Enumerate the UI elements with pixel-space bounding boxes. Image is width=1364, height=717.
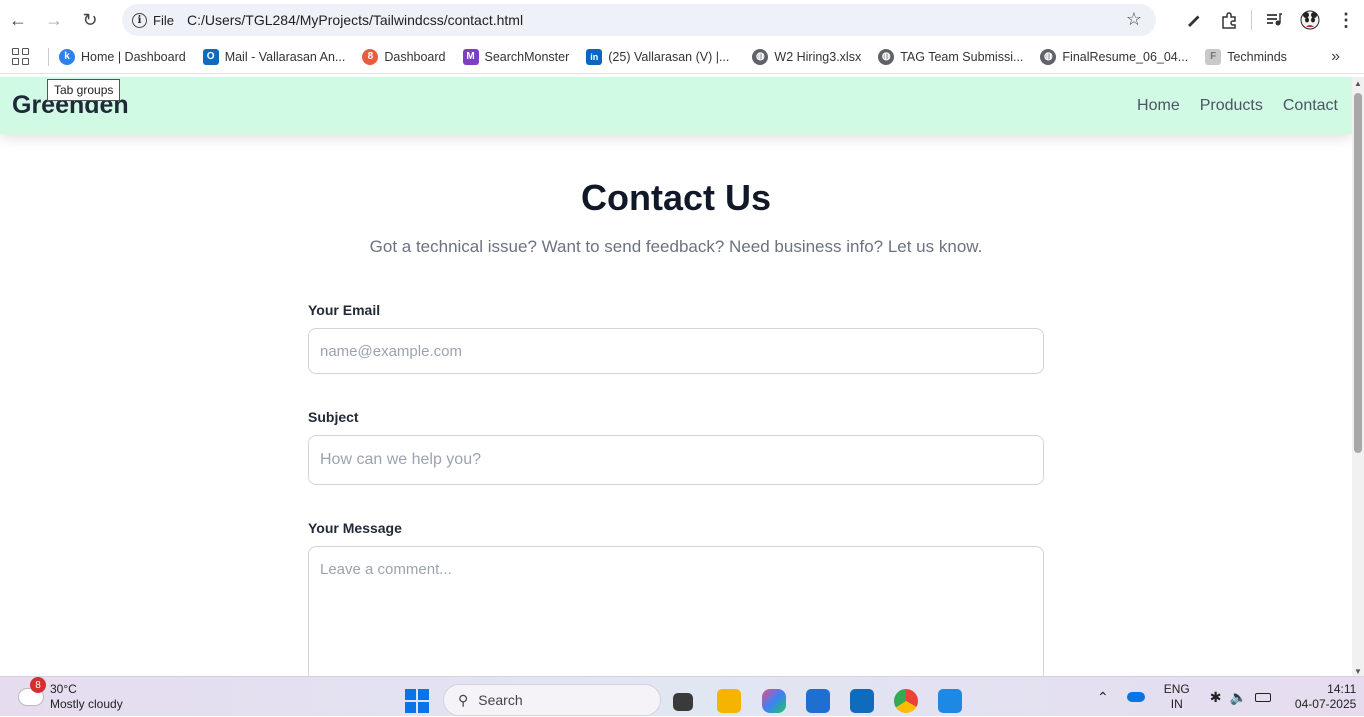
bookmark-label: Dashboard	[384, 49, 446, 64]
back-arrow-icon[interactable]: ←	[0, 2, 36, 38]
bookmark-favicon-icon: M	[462, 48, 479, 65]
bookmark-item[interactable]: O Mail - Vallarasan An...	[202, 48, 346, 65]
email-field[interactable]	[308, 328, 1044, 374]
browser-menu-icon[interactable]: ⋮	[1328, 2, 1364, 38]
tray-chevron-up-icon[interactable]: ⌃	[1097, 689, 1109, 706]
tab-groups-tooltip: Tab groups	[47, 79, 121, 101]
bookmark-item[interactable]: ◍ W2 Hiring3.xlsx	[752, 48, 862, 65]
browser-toolbar: ← → ↻ i File C:/Users/TGL284/MyProjects/…	[0, 0, 1364, 40]
bookmarks-bar: k Home | Dashboard O Mail - Vallarasan A…	[0, 40, 1364, 74]
outlook-icon[interactable]	[850, 689, 874, 713]
site-navbar: Greenden Home Products Contact	[0, 77, 1352, 134]
bookmark-favicon-icon: ◍	[752, 48, 769, 65]
subject-label: Subject	[308, 409, 359, 425]
microsoft-store-icon[interactable]	[806, 689, 830, 713]
language-indicator[interactable]: ENG IN	[1164, 682, 1190, 712]
bookmark-favicon-icon: O	[202, 48, 219, 65]
scroll-down-icon[interactable]: ▼	[1354, 667, 1362, 676]
page-scrollbar[interactable]: ▲ ▼	[1352, 77, 1364, 676]
bookmark-label: (25) Vallarasan (V) |...	[608, 49, 730, 64]
site-nav-links: Home Products Contact	[1137, 97, 1338, 115]
bookmark-item[interactable]: ◍ FinalResume_06_04...	[1040, 48, 1189, 65]
email-label: Your Email	[308, 302, 381, 318]
contact-section: Contact Us Got a technical issue? Want t…	[308, 177, 1044, 676]
task-view-icon[interactable]	[673, 693, 693, 711]
nav-link-home[interactable]: Home	[1137, 97, 1180, 115]
system-tray: ⌃ ENG IN ✱ 🔈 14:11 04-07-2025	[1097, 677, 1356, 717]
bookmark-favicon-icon: ◍	[878, 48, 895, 65]
bookmark-item[interactable]: F Techminds	[1205, 48, 1287, 65]
bookmark-favicon-icon: in	[586, 48, 603, 65]
taskbar-search-label: Search	[478, 692, 523, 708]
bookmark-favicon-icon: ◍	[1040, 48, 1057, 65]
bookmark-label: FinalResume_06_04...	[1062, 49, 1189, 64]
bookmark-favicon-icon: F	[1205, 48, 1222, 65]
nav-link-products[interactable]: Products	[1200, 97, 1263, 115]
bookmark-label: Techminds	[1227, 49, 1287, 64]
media-controls-icon[interactable]	[1256, 2, 1292, 38]
wifi-icon[interactable]: ✱	[1210, 689, 1222, 706]
taskbar-search[interactable]: ⚲ Search	[443, 684, 661, 716]
file-explorer-icon[interactable]	[717, 689, 741, 713]
bookmark-label: SearchMonster	[484, 49, 570, 64]
pen-icon[interactable]	[1175, 2, 1211, 38]
forward-arrow-icon[interactable]: →	[36, 2, 72, 38]
weather-cloud-icon: 8	[18, 677, 46, 706]
bookmark-item[interactable]: 8 Dashboard	[362, 48, 446, 65]
bookmark-label: Home | Dashboard	[81, 49, 186, 64]
nav-link-contact[interactable]: Contact	[1283, 97, 1338, 115]
microsoft-365-icon[interactable]	[762, 689, 786, 713]
weather-widget[interactable]: 8 30°C Mostly cloudy	[18, 677, 123, 712]
site-info-chip[interactable]: i File	[128, 8, 183, 32]
message-textarea[interactable]	[308, 546, 1044, 676]
bookmark-favicon-icon: 8	[362, 48, 379, 65]
url-text[interactable]: C:/Users/TGL284/MyProjects/Tailwindcss/c…	[187, 12, 523, 28]
bookmark-star-icon[interactable]: ☆	[1126, 9, 1142, 30]
weather-condition: Mostly cloudy	[50, 697, 123, 711]
onedrive-icon[interactable]	[1126, 692, 1145, 702]
scroll-up-icon[interactable]: ▲	[1354, 79, 1362, 88]
clock[interactable]: 14:11 04-07-2025	[1295, 682, 1356, 712]
site-info-label: File	[153, 12, 174, 28]
message-label: Your Message	[308, 520, 402, 536]
toolbar-divider	[1251, 10, 1252, 30]
vscode-icon[interactable]	[938, 689, 962, 713]
volume-icon[interactable]: 🔈	[1229, 689, 1246, 706]
bookmark-item[interactable]: M SearchMonster	[462, 48, 570, 65]
tab-groups-icon[interactable]	[12, 48, 40, 65]
bookmarks-divider	[48, 47, 49, 66]
page-title: Contact Us	[580, 177, 772, 218]
bookmark-favicon-icon: k	[59, 48, 75, 65]
page-subtitle: Got a technical issue? Want to send feed…	[369, 237, 983, 256]
chrome-icon[interactable]	[894, 689, 918, 713]
language-code: ENG	[1163, 682, 1190, 696]
region-code: IN	[1170, 697, 1183, 711]
weather-badge: 8	[30, 677, 46, 693]
bookmark-item[interactable]: k Home | Dashboard	[59, 48, 186, 65]
search-icon: ⚲	[458, 691, 469, 708]
os-taskbar: 8 30°C Mostly cloudy ⚲ Search ⌃ ENG IN ✱…	[0, 676, 1364, 716]
clock-date: 04-07-2025	[1294, 697, 1357, 711]
extensions-icon[interactable]	[1211, 2, 1247, 38]
bookmark-label: Mail - Vallarasan An...	[224, 49, 346, 64]
battery-icon[interactable]	[1254, 692, 1271, 702]
scrollbar-thumb[interactable]	[1354, 93, 1362, 453]
clock-time: 14:11	[1327, 682, 1357, 696]
page-viewport: Greenden Home Products Contact Contact U…	[0, 77, 1352, 676]
weather-temperature: 30°C	[50, 682, 77, 696]
chevron-double-right-icon[interactable]: »	[1331, 48, 1340, 66]
info-icon: i	[132, 12, 147, 28]
address-bar[interactable]: i File C:/Users/TGL284/MyProjects/Tailwi…	[122, 4, 1156, 36]
subject-field[interactable]	[308, 435, 1044, 485]
windows-start-icon[interactable]	[405, 689, 429, 713]
bookmark-item[interactable]: ◍ TAG Team Submissi...	[878, 48, 1024, 65]
bookmark-label: TAG Team Submissi...	[900, 49, 1024, 64]
bookmark-item[interactable]: in (25) Vallarasan (V) |...	[586, 48, 730, 65]
bookmark-label: W2 Hiring3.xlsx	[774, 49, 862, 64]
profile-avatar-icon[interactable]	[1292, 2, 1328, 38]
reload-icon[interactable]: ↻	[72, 2, 108, 38]
